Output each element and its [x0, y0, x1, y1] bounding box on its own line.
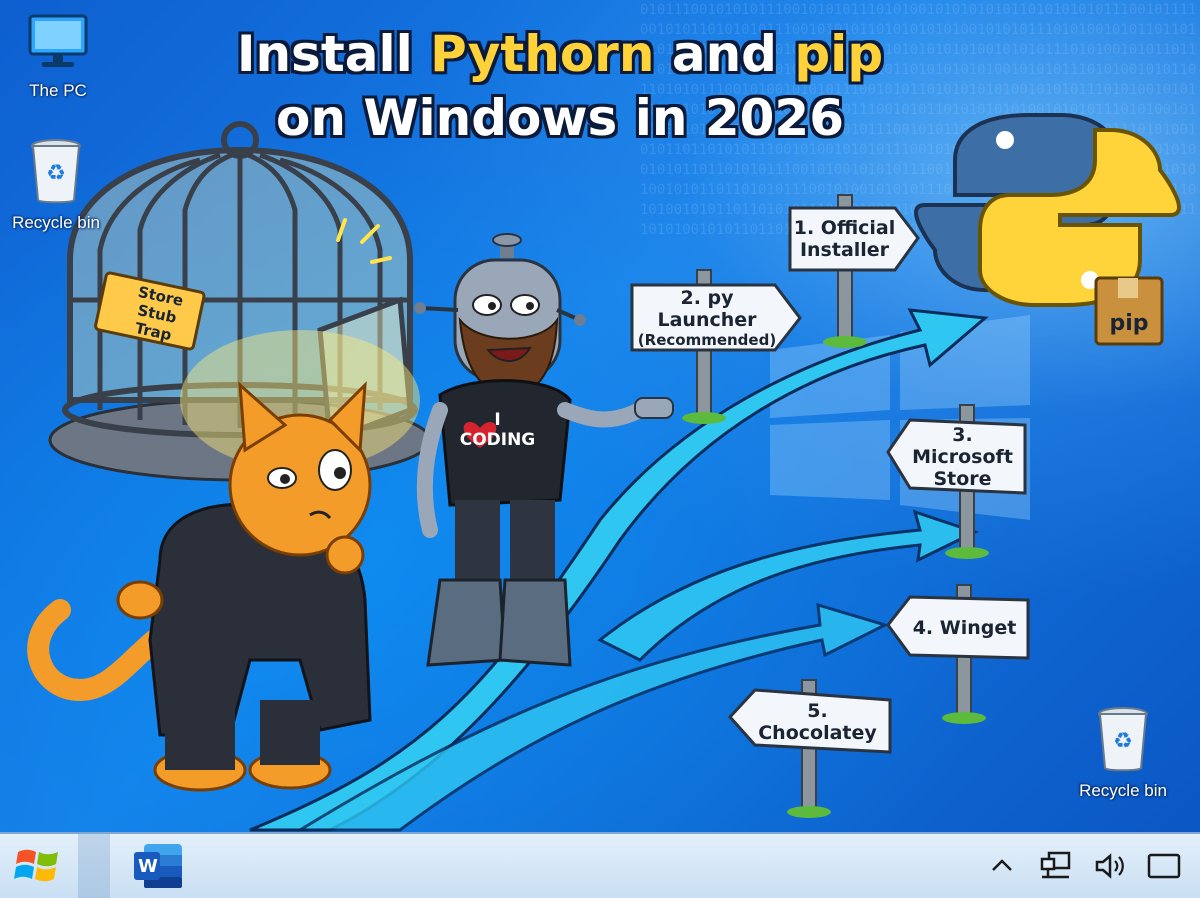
headline-line-2: on Windows in 2026: [275, 89, 845, 147]
sign-winget: 4. Winget: [912, 617, 1017, 639]
svg-text:♻: ♻: [46, 161, 66, 186]
robot-shirt-text: I CODING: [459, 410, 536, 450]
network-icon: [1040, 851, 1071, 879]
notification-center-icon: [1147, 853, 1181, 879]
taskbar: W: [0, 832, 1200, 898]
sign-py-launcher: 2. py Launcher (Recommended): [637, 287, 777, 349]
sign-chocolatey: 5. Chocolatey: [758, 700, 877, 744]
desktop-icon-recycle-bin-2[interactable]: ♻ Recycle bin: [1070, 704, 1176, 801]
tray-overflow-chevron[interactable]: [984, 848, 1020, 884]
recycle-bin-icon: ♻: [1098, 707, 1148, 772]
desktop-wallpaper: 0101110010101011100101010111010100101010…: [0, 0, 1200, 832]
pip-box-label: pip: [1109, 310, 1149, 336]
speaker-icon: [1095, 853, 1124, 879]
word-app-letter: W: [138, 856, 158, 877]
start-button[interactable]: [8, 840, 68, 892]
system-tray: [984, 846, 1182, 886]
headline: Install Pythorn and pip on Windows in 20…: [180, 22, 940, 150]
sign-microsoft-store: 3. Microsoft Store: [912, 424, 1013, 490]
tray-network[interactable]: [1038, 848, 1074, 884]
headline-pip: pip: [794, 25, 884, 83]
tray-notifications[interactable]: [1146, 848, 1182, 884]
headline-line-1: Install Pythorn and pip: [236, 25, 884, 83]
chevron-up-icon: [992, 859, 1012, 871]
taskbar-word-app[interactable]: W: [130, 840, 186, 892]
taskbar-separator: [78, 834, 110, 898]
recycle-bin-icon: ♻: [31, 139, 81, 204]
sign-official-installer: 1. Official Installer: [793, 217, 896, 261]
monitor-icon: [28, 14, 88, 67]
tray-volume[interactable]: [1092, 848, 1128, 884]
headline-python: Pythorn: [430, 25, 655, 83]
desktop-icon-recycle-bin[interactable]: ♻ Recycle bin: [6, 136, 106, 233]
desktop-icon-the-pc[interactable]: The PC: [18, 10, 98, 101]
birdcage: [48, 121, 432, 482]
windows-logo-icon: [14, 849, 58, 882]
svg-text:♻: ♻: [1113, 729, 1133, 754]
